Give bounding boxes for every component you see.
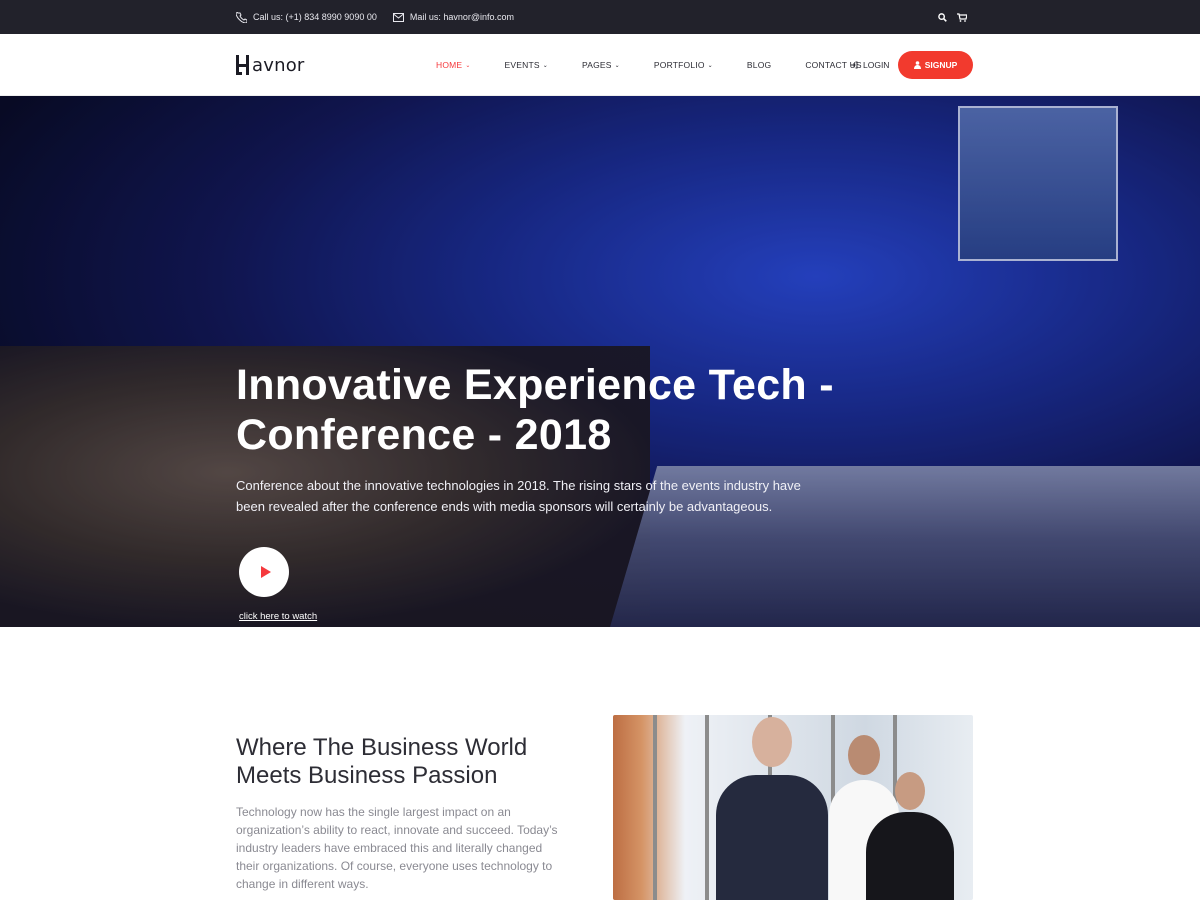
- cart-icon[interactable]: [957, 12, 967, 22]
- user-icon: [913, 61, 921, 69]
- menu: HOME ⌄ EVENTS ⌄ PAGES ⌄ PORTFOLIO ⌄ BLOG CON…: [436, 34, 896, 96]
- menu-portfolio[interactable]: PORTFOLIO ⌄: [654, 60, 713, 70]
- topbar-icons: [938, 0, 967, 34]
- section-title: Where The Business World Meets Business …: [236, 734, 528, 789]
- window-frame: [705, 715, 709, 900]
- person-head: [848, 735, 880, 775]
- menu-home-label: HOME: [436, 60, 463, 70]
- window-frame: [653, 715, 657, 900]
- phone-icon: [236, 11, 247, 23]
- business-people-image: [613, 715, 973, 900]
- email-contact[interactable]: Mail us: havnor@info.com: [392, 12, 515, 22]
- logo-mark-icon: [236, 55, 249, 75]
- login-label: LOGIN: [863, 60, 890, 70]
- woman-in-suit-figure: [866, 772, 954, 900]
- email-text: Mail us: havnor@info.com: [409, 12, 515, 22]
- watch-video-link[interactable]: click here to watch: [239, 611, 317, 622]
- search-icon[interactable]: [938, 12, 947, 22]
- menu-home[interactable]: HOME ⌄: [436, 60, 471, 70]
- person-head: [895, 772, 925, 810]
- mail-icon: [392, 12, 404, 22]
- phone-text: Call us: (+1) 834 8990 9090 00: [253, 12, 377, 22]
- havnor-logo[interactable]: avnor: [236, 52, 305, 78]
- menu-events[interactable]: EVENTS ⌄: [505, 60, 548, 70]
- contact-info: Call us: (+1) 834 8990 9090 00 Mail us: …: [236, 0, 514, 34]
- chevron-down-icon: ⌄: [542, 62, 548, 69]
- play-icon: [260, 566, 271, 578]
- menu-blog-label: BLOG: [746, 60, 772, 70]
- man-in-suit-figure: [716, 717, 828, 900]
- top-bar: Call us: (+1) 834 8990 9090 00 Mail us: …: [0, 0, 1200, 34]
- menu-portfolio-label: PORTFOLIO: [653, 60, 705, 70]
- menu-events-label: EVENTS: [504, 60, 540, 70]
- person-head: [752, 717, 792, 767]
- menu-pages-label: PAGES: [582, 60, 612, 70]
- logo-text: avnor: [252, 54, 305, 76]
- login-icon: [851, 61, 858, 69]
- hero-banner: Innovative Experience Tech - Conference …: [0, 96, 1200, 627]
- section-description: Technology now has the single largest im…: [236, 805, 558, 891]
- chevron-down-icon: ⌄: [465, 62, 471, 69]
- signup-button[interactable]: SIGNUP: [898, 51, 973, 79]
- chevron-down-icon: ⌄: [707, 62, 713, 69]
- chevron-down-icon: ⌄: [614, 62, 620, 69]
- login-button[interactable]: LOGIN: [850, 60, 889, 70]
- signup-label: SIGNUP: [924, 60, 958, 70]
- hero-title: Innovative Experience Tech - Conference …: [236, 361, 834, 459]
- menu-pages[interactable]: PAGES ⌄: [582, 60, 620, 70]
- menu-blog[interactable]: BLOG: [747, 60, 771, 70]
- phone-contact[interactable]: Call us: (+1) 834 8990 9090 00: [236, 11, 377, 23]
- play-video-button[interactable]: [239, 547, 289, 597]
- main-navigation: avnor HOME ⌄ EVENTS ⌄ PAGES ⌄ PORTFOLIO ⌄ BL…: [0, 34, 1200, 96]
- hero-description: Conference about the innovative technolo…: [236, 478, 801, 514]
